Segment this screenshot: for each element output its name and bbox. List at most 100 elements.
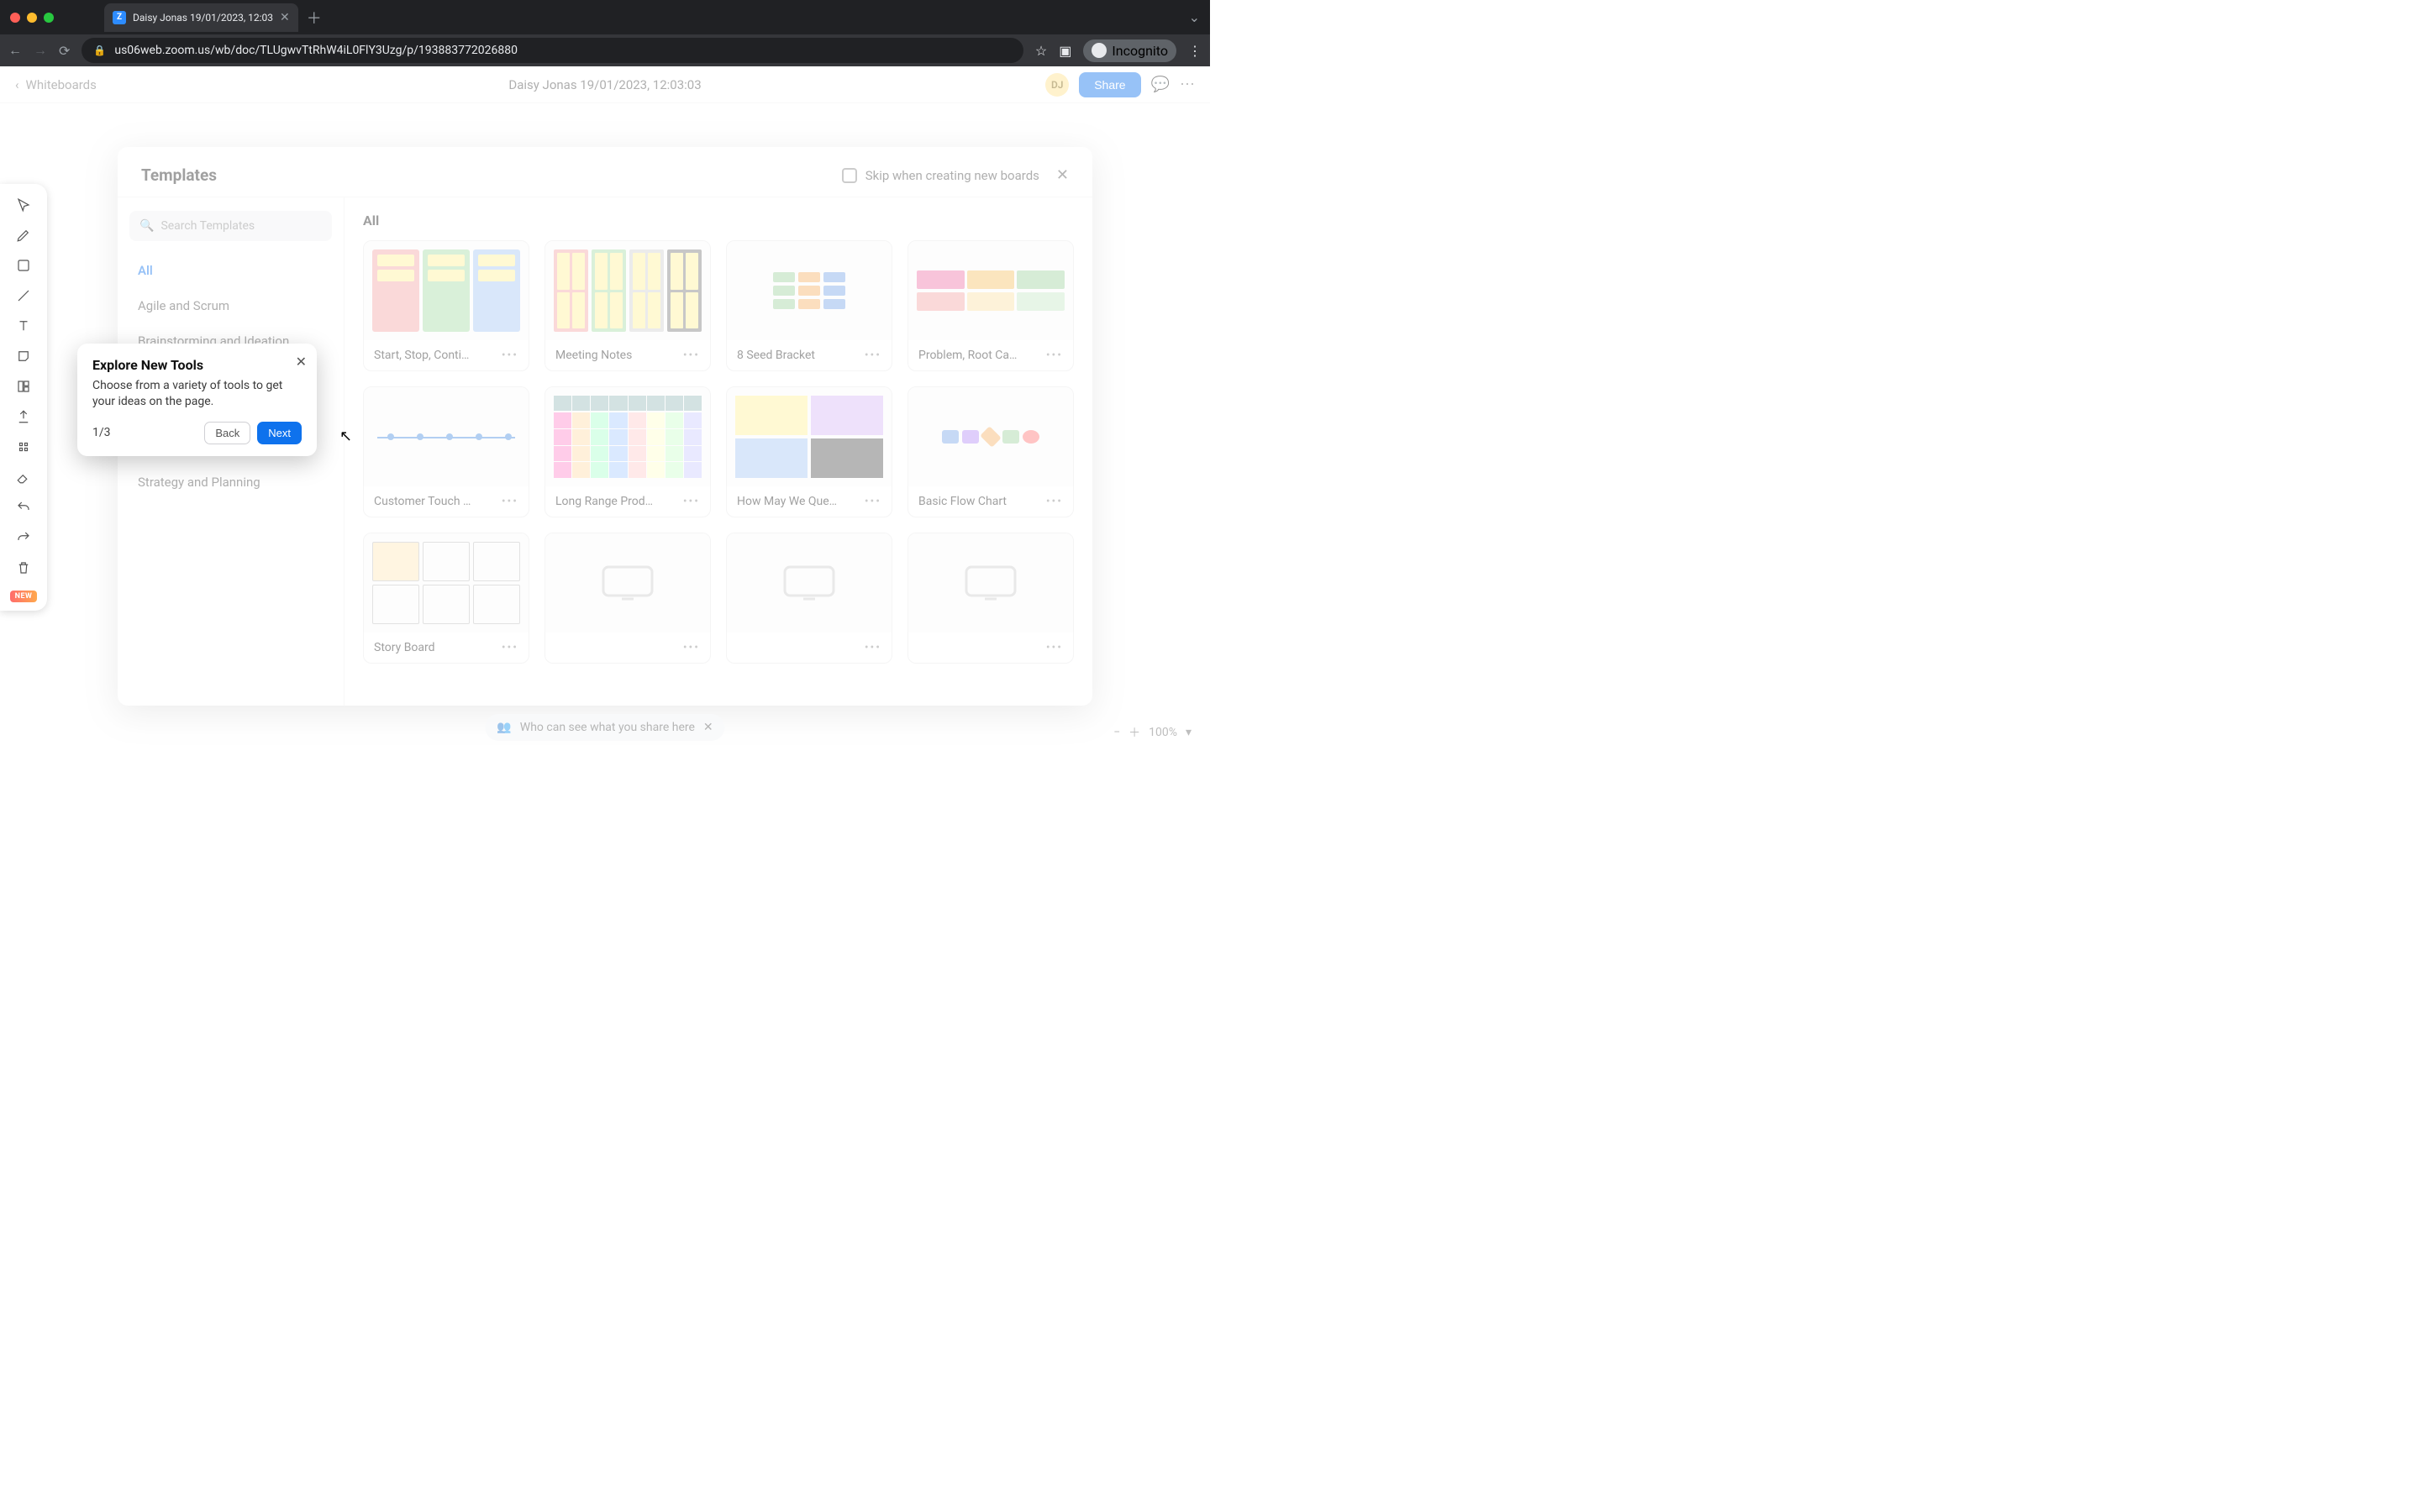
template-thumb — [364, 387, 529, 486]
template-name: Meeting Notes — [555, 349, 676, 362]
incognito-icon — [1092, 43, 1107, 58]
card-menu-icon[interactable]: ••• — [502, 495, 518, 508]
people-icon: 👥 — [497, 721, 511, 734]
tab-overflow-icon[interactable]: ⌄ — [1189, 9, 1200, 25]
skip-checkbox[interactable] — [842, 168, 857, 183]
chevron-left-icon: ‹ — [15, 77, 19, 92]
category-all[interactable]: All — [129, 255, 332, 286]
browser-tab[interactable]: Z Daisy Jonas 19/01/2023, 12:03 ✕ — [104, 3, 298, 32]
line-tool[interactable] — [8, 283, 39, 308]
zoom-in-icon[interactable]: ＋ — [1128, 724, 1140, 741]
template-thumb — [727, 533, 892, 633]
card-menu-icon[interactable]: ••• — [865, 641, 881, 654]
more-tools[interactable] — [8, 434, 39, 459]
zoom-whiteboard-app: ‹ Whiteboards Daisy Jonas 19/01/2023, 12… — [0, 66, 1210, 756]
template-card[interactable]: Customer Touch … ••• — [363, 386, 529, 517]
template-name: How May We Que… — [737, 495, 858, 508]
template-card[interactable]: How May We Que… ••• — [726, 386, 892, 517]
templates-grid-wrap[interactable]: All Start, Stop, Conti…••• Meeting Notes… — [345, 197, 1092, 706]
share-button[interactable]: Share — [1079, 72, 1140, 97]
shape-tool[interactable] — [8, 253, 39, 278]
coach-next-button[interactable]: Next — [257, 422, 302, 444]
lock-icon: 🔒 — [93, 45, 106, 56]
template-name: 8 Seed Bracket — [737, 349, 858, 362]
card-menu-icon[interactable]: ••• — [1046, 641, 1063, 654]
zoom-out-icon[interactable]: − — [1113, 726, 1120, 739]
breadcrumb[interactable]: ‹ Whiteboards — [15, 77, 97, 92]
upload-tool[interactable] — [8, 404, 39, 429]
incognito-label: Incognito — [1112, 43, 1168, 59]
coach-body: Choose from a variety of tools to get yo… — [92, 378, 302, 410]
panel-icon[interactable]: ▣ — [1059, 43, 1071, 59]
template-card[interactable]: Story Board ••• — [363, 533, 529, 664]
skip-checkbox-row[interactable]: Skip when creating new boards — [842, 168, 1039, 183]
zoom-level[interactable]: 100% — [1149, 726, 1177, 739]
category-agile[interactable]: Agile and Scrum — [129, 290, 332, 322]
card-menu-icon[interactable]: ••• — [502, 349, 518, 362]
new-tab-button[interactable]: ＋ — [307, 7, 322, 29]
browser-menu-icon[interactable]: ⋮ — [1188, 43, 1202, 59]
templates-tool[interactable] — [8, 374, 39, 399]
coach-back-button[interactable]: Back — [204, 422, 250, 444]
template-card[interactable]: ••• — [726, 533, 892, 664]
nav-forward-icon[interactable]: → — [34, 42, 47, 59]
card-menu-icon[interactable]: ••• — [502, 641, 518, 654]
card-menu-icon[interactable]: ••• — [683, 641, 700, 654]
card-menu-icon[interactable]: ••• — [683, 495, 700, 508]
url-field[interactable]: 🔒 us06web.zoom.us/wb/doc/TLUgwvTtRhW4iL0… — [82, 38, 1023, 63]
template-name: Story Board — [374, 641, 495, 654]
incognito-badge[interactable]: Incognito — [1083, 39, 1176, 62]
template-card[interactable]: Meeting Notes ••• — [544, 240, 711, 371]
template-card[interactable]: Long Range Prod…••• — [544, 386, 711, 517]
search-icon: 🔍 — [139, 219, 154, 233]
eraser-tool[interactable] — [8, 465, 39, 490]
select-tool[interactable] — [8, 192, 39, 218]
template-thumb — [727, 387, 892, 486]
avatar[interactable]: DJ — [1045, 73, 1069, 97]
close-banner-icon[interactable]: ✕ — [703, 721, 713, 734]
card-menu-icon[interactable]: ••• — [1046, 349, 1063, 362]
template-card[interactable]: ••• — [908, 533, 1074, 664]
minimize-window-button[interactable] — [27, 13, 37, 23]
card-menu-icon[interactable]: ••• — [865, 495, 881, 508]
template-card[interactable]: ••• — [544, 533, 711, 664]
reload-icon[interactable]: ⟳ — [59, 43, 70, 59]
fullscreen-window-button[interactable] — [44, 13, 54, 23]
page-title[interactable]: Daisy Jonas 19/01/2023, 12:03:03 — [508, 77, 701, 92]
card-menu-icon[interactable]: ••• — [683, 349, 700, 362]
close-templates-icon[interactable]: ✕ — [1056, 166, 1069, 184]
search-input[interactable]: 🔍 Search Templates — [129, 211, 332, 241]
app-header: ‹ Whiteboards Daisy Jonas 19/01/2023, 12… — [0, 66, 1210, 103]
template-thumb — [364, 241, 529, 340]
text-tool[interactable] — [8, 313, 39, 339]
visibility-text: Who can see what you share here — [520, 721, 695, 734]
bookmark-star-icon[interactable]: ☆ — [1035, 43, 1047, 59]
zoom-dropdown-icon[interactable]: ▾ — [1186, 726, 1192, 739]
comments-icon[interactable]: 💬 — [1151, 76, 1170, 93]
template-thumb — [908, 533, 1073, 633]
template-card[interactable]: 8 Seed Bracket ••• — [726, 240, 892, 371]
category-strategy[interactable]: Strategy and Planning — [129, 466, 332, 498]
close-tab-icon[interactable]: ✕ — [280, 11, 290, 24]
pen-tool[interactable] — [8, 223, 39, 248]
template-card[interactable]: Problem, Root Ca…••• — [908, 240, 1074, 371]
nav-back-icon[interactable]: ← — [8, 42, 22, 59]
visibility-banner[interactable]: 👥 Who can see what you share here ✕ — [485, 714, 724, 741]
trash-tool[interactable] — [8, 555, 39, 580]
more-menu-icon[interactable]: ⋯ — [1180, 76, 1195, 93]
template-card[interactable]: Basic Flow Chart ••• — [908, 386, 1074, 517]
card-menu-icon[interactable]: ••• — [865, 349, 881, 362]
card-menu-icon[interactable]: ••• — [1046, 495, 1063, 508]
close-coach-icon[interactable]: ✕ — [296, 354, 307, 370]
sticky-note-tool[interactable] — [8, 344, 39, 369]
grid-heading: All — [363, 213, 1074, 228]
template-name: Customer Touch … — [374, 495, 495, 508]
template-name: Basic Flow Chart — [918, 495, 1039, 508]
search-placeholder: Search Templates — [160, 219, 255, 233]
template-card[interactable]: Start, Stop, Conti…••• — [363, 240, 529, 371]
coach-step: 1/3 — [92, 426, 111, 439]
undo-tool[interactable] — [8, 495, 39, 520]
redo-tool[interactable] — [8, 525, 39, 550]
close-window-button[interactable] — [10, 13, 20, 23]
address-bar: ← → ⟳ 🔒 us06web.zoom.us/wb/doc/TLUgwvTtR… — [0, 34, 1210, 66]
